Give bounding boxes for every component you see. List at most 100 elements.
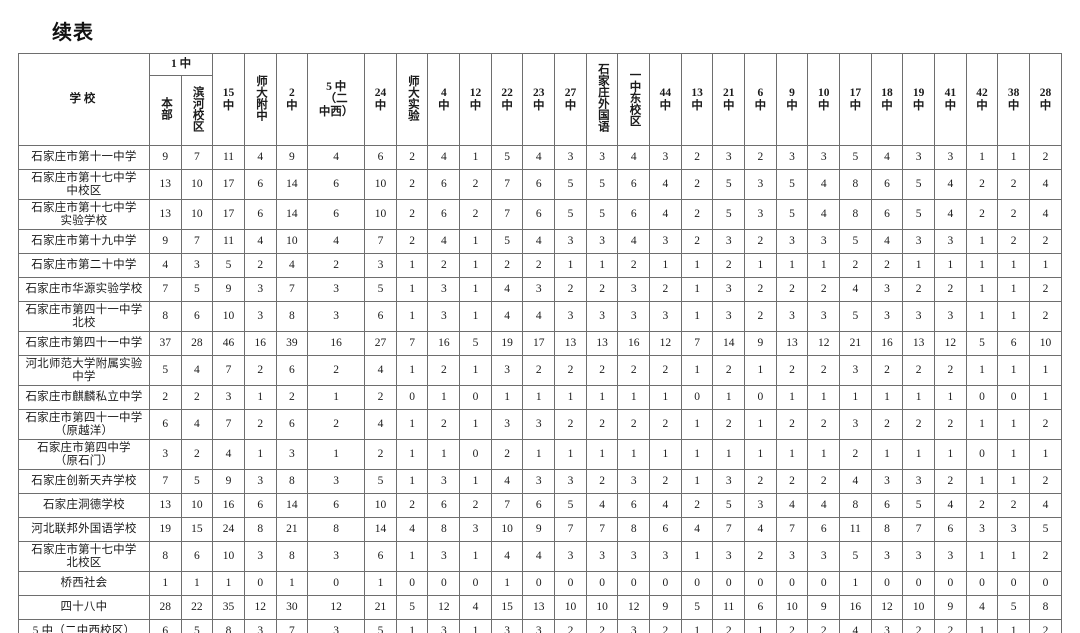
- table-cell: 3: [307, 277, 366, 302]
- table-cell: 2: [364, 385, 397, 410]
- table-cell: 1: [395, 277, 429, 302]
- table-cell: 2: [395, 169, 429, 200]
- table-cell: 3: [870, 301, 904, 332]
- table-cell: 1: [839, 385, 872, 410]
- table-cell: 1: [775, 439, 809, 470]
- table-row: 石家庄市华源实验学校 7 5 9 3 7 3 5 1 3 1 4 3 2 2 3 2 1 3 2 2 2 4 3 2 2 1 1 2: [18, 277, 1063, 302]
- table-cell: 3: [807, 541, 841, 572]
- column-header-c22: 17 中: [839, 53, 872, 146]
- table-cell: 6: [243, 199, 277, 230]
- enrollment-table: 学校 1 中 15 中 师大附中 2 中 5 中（二 中西） 24 中 师大实验 4 中 12 中 22 中 23 中…: [18, 53, 1063, 633]
- table-cell: 2: [997, 229, 1030, 254]
- table-cell: 9: [744, 331, 777, 356]
- table-cell: 8: [617, 517, 651, 542]
- table-cell: 6: [744, 595, 777, 620]
- table-cell: 16: [427, 331, 461, 356]
- table-cell: 7: [364, 229, 397, 254]
- table-cell: 9: [275, 145, 309, 170]
- table-cell: 13: [585, 331, 619, 356]
- table-cell: 1: [870, 439, 904, 470]
- table-cell: 1: [212, 571, 245, 596]
- table-cell: 22: [180, 595, 214, 620]
- table-header: 学校 1 中 15 中 师大附中 2 中 5 中（二 中西） 24 中 师大实验 4 中 12 中 22 中 23 中…: [18, 53, 1063, 146]
- table-cell: 2: [307, 409, 366, 440]
- table-cell: 1: [965, 145, 999, 170]
- page-title: 续表: [52, 20, 94, 44]
- table-cell: 1: [680, 439, 714, 470]
- table-cell: 3: [649, 301, 682, 332]
- column-header-text: 12 中: [469, 87, 482, 112]
- table-cell: 7: [680, 331, 714, 356]
- table-cell: 5: [554, 169, 587, 200]
- table-cell: 1: [744, 253, 777, 278]
- table-cell: 12: [933, 331, 967, 356]
- column-header-c25: 41 中: [933, 53, 967, 146]
- table-cell: 14: [275, 493, 309, 518]
- table-cell: 46: [212, 331, 245, 356]
- table-cell: 11: [212, 229, 245, 254]
- table-cell: 3: [307, 541, 366, 572]
- table-cell: 1: [997, 439, 1030, 470]
- column-header-text: 师大附中: [254, 74, 267, 121]
- table-cell: 4: [490, 541, 524, 572]
- table-cell: 6: [870, 493, 904, 518]
- table-cell: 3: [243, 469, 277, 494]
- table-cell: 6: [148, 409, 182, 440]
- table-cell: 1: [965, 277, 999, 302]
- table-cell: 3: [902, 301, 935, 332]
- table-cell: 10: [364, 199, 397, 230]
- table-cell: 10: [775, 595, 809, 620]
- table-cell: 1: [148, 571, 182, 596]
- table-cell: 1: [649, 385, 682, 410]
- table-cell: 2: [775, 469, 809, 494]
- table-cell: 3: [459, 517, 492, 542]
- table-cell: 1: [490, 571, 524, 596]
- table-cell: 5: [364, 277, 397, 302]
- table-cell: 2: [395, 145, 429, 170]
- table-cell: 1: [395, 439, 429, 470]
- table-cell: 3: [902, 145, 935, 170]
- table-cell: 14: [364, 517, 397, 542]
- table-cell: 3: [617, 469, 651, 494]
- header-row-top: 学校 1 中 15 中 师大附中 2 中 5 中（二 中西） 24 中 师大实验 4 中 12 中 22 中 23 中…: [18, 53, 1063, 146]
- table-cell: 9: [148, 145, 182, 170]
- table-cell: 10: [1028, 331, 1063, 356]
- table-cell: 2: [1028, 469, 1063, 494]
- table-cell: 6: [427, 199, 461, 230]
- table-cell: 2: [807, 469, 841, 494]
- table-cell: 21: [364, 595, 397, 620]
- table-cell: 4: [395, 517, 429, 542]
- row-header-school-name: 石家庄市第四十一中学 （原越洋）: [18, 409, 150, 440]
- table-cell: 2: [965, 169, 999, 200]
- table-cell: 3: [712, 145, 746, 170]
- table-cell: 6: [364, 301, 397, 332]
- table-cell: 4: [1028, 493, 1063, 518]
- column-header-text: 23 中: [533, 87, 545, 112]
- table-cell: 1: [775, 253, 809, 278]
- table-cell: 1: [617, 439, 651, 470]
- table-cell: 3: [649, 145, 682, 170]
- table-cell: 28: [148, 595, 182, 620]
- table-cell: 3: [554, 541, 587, 572]
- table-cell: 3: [243, 277, 277, 302]
- table-cell: 2: [965, 493, 999, 518]
- table-cell: 10: [275, 229, 309, 254]
- table-cell: 3: [490, 355, 524, 386]
- table-cell: 2: [933, 355, 967, 386]
- table-cell: 1: [459, 409, 492, 440]
- table-cell: 1: [680, 469, 714, 494]
- table-cell: 1: [395, 301, 429, 332]
- table-cell: 7: [148, 277, 182, 302]
- table-cell: 1: [902, 439, 935, 470]
- column-header-c27: 38 中: [997, 53, 1030, 146]
- table-cell: 7: [585, 517, 619, 542]
- table-cell: 3: [839, 355, 872, 386]
- table-cell: 1: [680, 277, 714, 302]
- table-cell: 5: [554, 199, 587, 230]
- table-cell: 5: [839, 229, 872, 254]
- table-cell: 16: [617, 331, 651, 356]
- table-cell: 2: [395, 229, 429, 254]
- table-row: 5 中（二中西校区） 6 5 8 3 7 3 5 1 3 1 3 3 2 2 3 2 1 2 1 2 2 4 3 2 2 1 1 2: [18, 619, 1063, 633]
- table-cell: 4: [522, 145, 556, 170]
- table-cell: 7: [490, 493, 524, 518]
